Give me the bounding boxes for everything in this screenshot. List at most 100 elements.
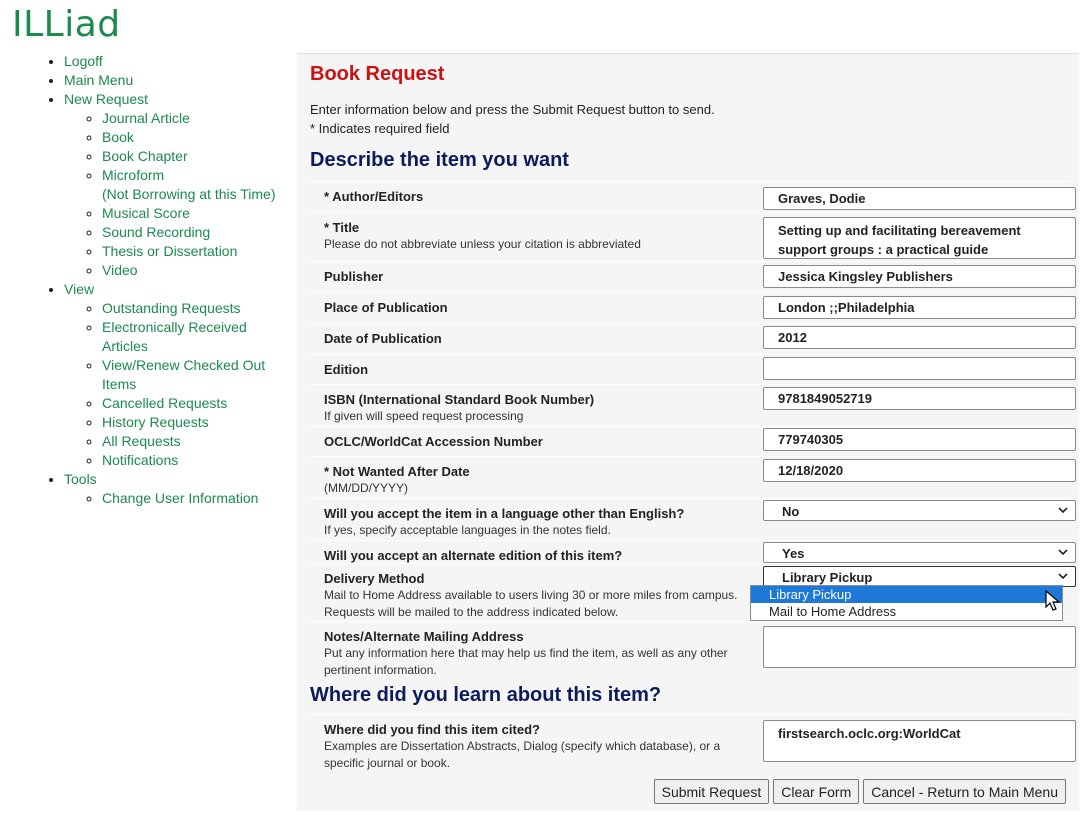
- notifications-link[interactable]: Notifications: [102, 452, 178, 468]
- nav-item-new-request: New Request Journal Article Book Book Ch…: [64, 90, 290, 280]
- edition-label: Edition: [324, 361, 744, 378]
- oclc-input[interactable]: [763, 428, 1076, 451]
- nav-subitem: Video: [102, 261, 290, 280]
- nav-subitem: View/Renew Checked Out Items: [102, 356, 290, 394]
- delivery-method-select[interactable]: Library Pickup: [763, 566, 1076, 587]
- delivery-label-text: Delivery Method: [324, 571, 425, 586]
- cancelled-requests-link[interactable]: Cancelled Requests: [102, 395, 227, 411]
- title-label-text: * Title: [324, 220, 360, 235]
- nav-subitem: Book Chapter: [102, 147, 290, 166]
- title-help-text: Please do not abbreviate unless your cit…: [324, 237, 641, 251]
- option-library-pickup[interactable]: Library Pickup: [751, 586, 1062, 603]
- logoff-link[interactable]: Logoff: [64, 53, 103, 69]
- microform-link[interactable]: Microform (Not Borrowing at this Time): [102, 167, 290, 204]
- language-row: Will you accept the item in a language o…: [310, 498, 1076, 539]
- isbn-help-text: If given will speed request processing: [324, 409, 524, 423]
- alternate-selected-value: Yes: [782, 546, 805, 561]
- place-row: Place of Publication: [310, 292, 1076, 323]
- nav-subitem: Electronically Received Articles: [102, 318, 290, 356]
- oclc-label-text: OCLC/WorldCat Accession Number: [324, 434, 543, 449]
- clear-form-button[interactable]: Clear Form: [773, 779, 860, 804]
- tools-link[interactable]: Tools: [64, 471, 97, 487]
- cited-label-text: Where did you find this item cited?: [324, 722, 540, 737]
- place-input[interactable]: [763, 296, 1076, 319]
- nav-item-logoff: Logoff: [64, 52, 290, 71]
- section-heading-where: Where did you learn about this item?: [310, 684, 662, 706]
- oclc-row: OCLC/WorldCat Accession Number: [310, 426, 1076, 457]
- microform-note: (Not Borrowing at this Time): [102, 186, 276, 202]
- required-note: * Indicates required field: [310, 121, 450, 136]
- alternate-label-text: Will you accept an alternate edition of …: [324, 548, 623, 563]
- date-label: Date of Publication: [324, 330, 744, 347]
- edition-input[interactable]: [763, 357, 1076, 380]
- alternate-edition-select[interactable]: Yes: [763, 542, 1076, 563]
- nwad-label-text: * Not Wanted After Date: [324, 464, 470, 479]
- nav-item-view: View Outstanding Requests Electronically…: [64, 280, 290, 470]
- new-request-link[interactable]: New Request: [64, 91, 148, 107]
- main-menu-link[interactable]: Main Menu: [64, 72, 133, 88]
- language-select[interactable]: No: [763, 500, 1076, 521]
- form-buttons: Submit Request Clear Form Cancel - Retur…: [653, 779, 1066, 804]
- nav-subitem: Book: [102, 128, 290, 147]
- nav-subitem: History Requests: [102, 413, 290, 432]
- cited-label: Where did you find this item cited? Exam…: [324, 721, 744, 772]
- delivery-selected-value: Library Pickup: [782, 570, 873, 585]
- publisher-label-text: Publisher: [324, 269, 384, 284]
- delivery-help-text: Mail to Home Address available to users …: [324, 588, 738, 619]
- language-help-text: If yes, specify acceptable languages in …: [324, 523, 611, 537]
- notes-row: Notes/Alternate Mailing Address Put any …: [310, 621, 1076, 680]
- thesis-dissertation-link[interactable]: Thesis or Dissertation: [102, 243, 237, 259]
- book-chapter-link[interactable]: Book Chapter: [102, 148, 188, 164]
- nav-subitem: Change User Information: [102, 489, 290, 508]
- page-title: Book Request: [310, 63, 445, 85]
- nav-subitem: Sound Recording: [102, 223, 290, 242]
- cited-row: Where did you find this item cited? Exam…: [310, 714, 1076, 775]
- nav-subitem: Notifications: [102, 451, 290, 470]
- notes-label: Notes/Alternate Mailing Address Put any …: [324, 628, 744, 679]
- sound-recording-link[interactable]: Sound Recording: [102, 224, 210, 240]
- intro-instructions: Enter information below and press the Su…: [310, 102, 715, 117]
- video-link[interactable]: Video: [102, 262, 138, 278]
- publisher-input[interactable]: [763, 265, 1076, 288]
- not-wanted-after-row: * Not Wanted After Date (MM/DD/YYYY): [310, 456, 1076, 497]
- isbn-row: ISBN (International Standard Book Number…: [310, 384, 1076, 425]
- nwad-label: * Not Wanted After Date (MM/DD/YYYY): [324, 463, 744, 497]
- place-label-text: Place of Publication: [324, 300, 448, 315]
- nav-subitem: Microform (Not Borrowing at this Time): [102, 166, 290, 204]
- all-requests-link[interactable]: All Requests: [102, 433, 181, 449]
- not-wanted-after-input[interactable]: [763, 459, 1076, 482]
- cancel-return-button[interactable]: Cancel - Return to Main Menu: [863, 779, 1066, 804]
- microform-label: Microform: [102, 167, 165, 183]
- change-user-information-link[interactable]: Change User Information: [102, 490, 258, 506]
- language-selected-value: No: [782, 504, 800, 519]
- option-mail-to-home[interactable]: Mail to Home Address: [751, 603, 1062, 620]
- author-input[interactable]: [763, 187, 1076, 210]
- chevron-down-icon: [1057, 504, 1069, 516]
- book-request-panel: Book Request Enter information below and…: [297, 53, 1079, 811]
- view-link[interactable]: View: [64, 281, 94, 297]
- nav-subitem: Outstanding Requests: [102, 299, 290, 318]
- isbn-input[interactable]: [763, 387, 1076, 410]
- nav-item-tools: Tools Change User Information: [64, 470, 290, 508]
- illiad-logo: ILLiad: [12, 4, 121, 45]
- title-textarea[interactable]: Setting up and facilitating bereavement …: [763, 217, 1076, 259]
- date-input[interactable]: [763, 326, 1076, 349]
- outstanding-requests-link[interactable]: Outstanding Requests: [102, 300, 241, 316]
- history-requests-link[interactable]: History Requests: [102, 414, 209, 430]
- publisher-row: Publisher: [310, 261, 1076, 292]
- book-link[interactable]: Book: [102, 129, 134, 145]
- notes-textarea[interactable]: [763, 626, 1076, 668]
- nwad-help-text: (MM/DD/YYYY): [324, 481, 408, 495]
- cited-help-text: Examples are Dissertation Abstracts, Dia…: [324, 739, 721, 770]
- date-label-text: Date of Publication: [324, 331, 442, 346]
- electronically-received-articles-link[interactable]: Electronically Received Articles: [102, 319, 247, 354]
- journal-article-link[interactable]: Journal Article: [102, 110, 190, 126]
- alternate-label: Will you accept an alternate edition of …: [324, 547, 744, 564]
- musical-score-link[interactable]: Musical Score: [102, 205, 190, 221]
- submit-request-button[interactable]: Submit Request: [653, 779, 770, 804]
- isbn-label: ISBN (International Standard Book Number…: [324, 391, 744, 425]
- cited-textarea[interactable]: firstsearch.oclc.org:WorldCat: [763, 720, 1076, 762]
- view-renew-checked-out-link[interactable]: View/Renew Checked Out Items: [102, 357, 265, 392]
- edition-label-text: Edition: [324, 362, 369, 377]
- mouse-pointer-icon: [1045, 589, 1061, 615]
